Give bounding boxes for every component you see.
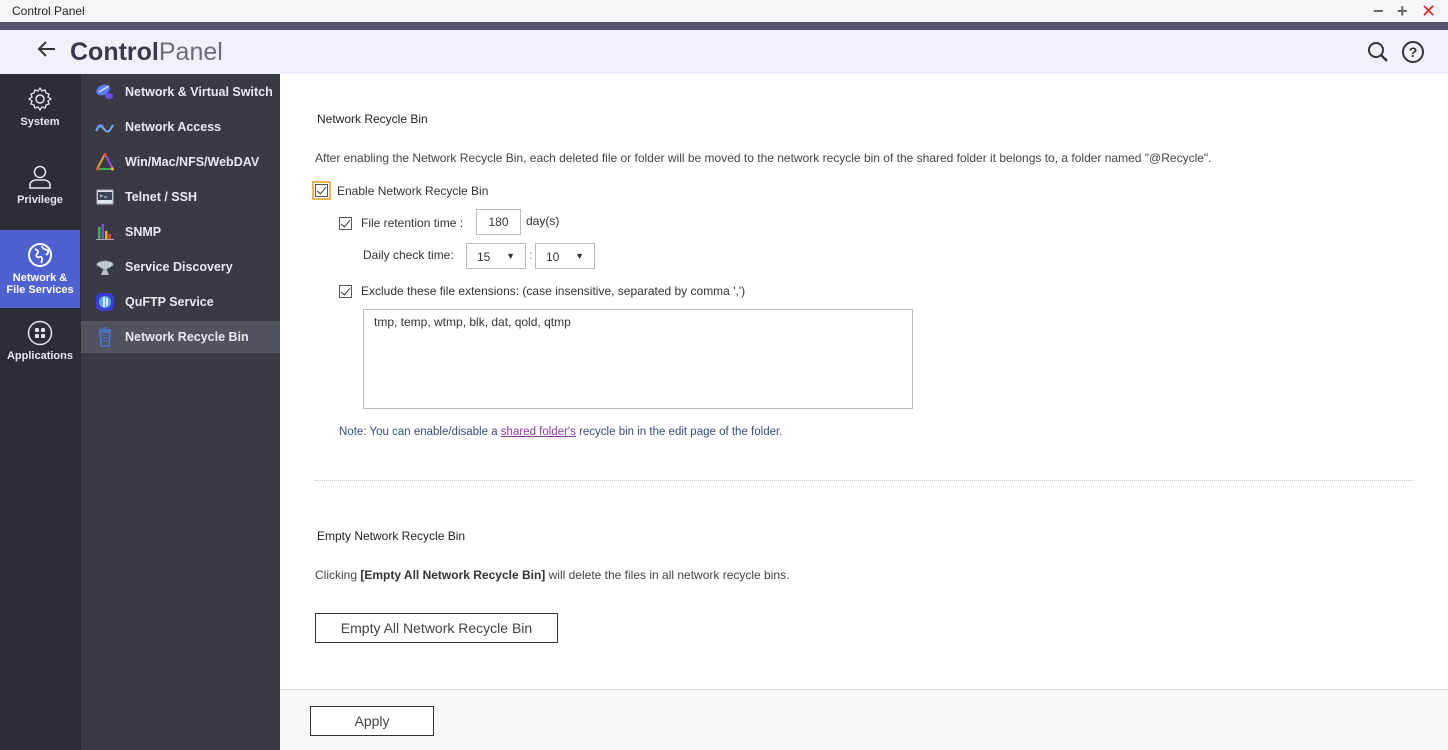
grid-icon — [27, 320, 53, 346]
subnav-item-network-virtual-switch[interactable]: Network & Virtual Switch — [81, 76, 281, 108]
help-icon: ? — [1402, 41, 1424, 63]
shared-folder-note: Note: You can enable/disable a shared fo… — [339, 426, 782, 438]
svg-text:?: ? — [1409, 44, 1418, 60]
subnav-item-label: Service Discovery — [125, 260, 233, 274]
subnav-item-snmp[interactable]: SNMP — [81, 216, 281, 248]
subnav-item-network-access[interactable]: Network Access — [81, 111, 281, 143]
window-title: Control Panel — [12, 4, 85, 18]
empty-bin-desc-bold: [Empty All Network Recycle Bin] — [360, 568, 546, 582]
subnav-item-label: Network & Virtual Switch — [125, 85, 273, 99]
check-hour-value: 15 — [477, 250, 491, 264]
recycle-bin-section-title: Network Recycle Bin — [317, 112, 428, 126]
exclude-extensions-textarea[interactable]: tmp, temp, wtmp, blk, dat, qold, qtmp — [363, 309, 913, 409]
satellite-dish-icon — [96, 260, 114, 275]
titlebar-stripe — [0, 22, 1448, 30]
gear-icon — [27, 86, 53, 112]
exclude-extensions-checkbox[interactable] — [339, 285, 352, 298]
app-title-light: Panel — [158, 38, 223, 66]
note-text-after: recycle bin in the edit page of the fold… — [575, 426, 783, 438]
chevron-down-icon: ▼ — [506, 251, 515, 261]
daily-check-time-label: Daily check time: — [363, 248, 454, 262]
window-titlebar: Control Panel − + ✕ — [0, 0, 1448, 22]
subnav-item-win-mac-nfs-webdav[interactable]: Win/Mac/NFS/WebDAV — [81, 146, 281, 178]
note-prefix: Note: — [339, 426, 367, 438]
empty-bin-description: Clicking [Empty All Network Recycle Bin]… — [315, 568, 789, 582]
subnav: Network & Virtual Switch Network Access … — [80, 74, 281, 750]
time-separator: : — [529, 248, 533, 262]
rail-item-label: System — [20, 116, 60, 128]
footer-bar: Apply — [280, 689, 1448, 750]
user-icon — [29, 165, 51, 189]
help-button[interactable]: ? — [1401, 40, 1425, 64]
rail-item-label: Privilege — [17, 194, 63, 206]
subnav-item-label: Network Recycle Bin — [125, 330, 249, 344]
subnav-item-network-recycle-bin[interactable]: Network Recycle Bin — [81, 321, 281, 353]
note-text-before: You can enable/disable a — [366, 426, 501, 438]
empty-bin-section-title: Empty Network Recycle Bin — [317, 529, 466, 543]
empty-bin-desc-after: will delete the files in all network rec… — [545, 568, 790, 582]
check-minute-value: 10 — [546, 250, 560, 264]
close-button[interactable]: ✕ — [1421, 1, 1436, 21]
category-rail: System Privilege Network & File Services… — [0, 74, 80, 750]
check-hour-select[interactable]: 15 ▼ — [466, 243, 526, 269]
minimize-button[interactable]: − — [1373, 1, 1384, 21]
back-button[interactable] — [36, 38, 60, 66]
rail-item-system[interactable]: System — [0, 86, 80, 146]
file-retention-input[interactable] — [476, 209, 521, 235]
enable-recycle-bin-checkbox[interactable] — [312, 181, 331, 200]
network-access-icon — [95, 124, 114, 133]
rail-item-privilege[interactable]: Privilege — [0, 164, 80, 224]
search-icon — [1368, 42, 1388, 62]
recycle-bin-icon — [99, 327, 111, 347]
subnav-item-label: QuFTP Service — [125, 295, 214, 309]
app-header: ControlPanel ? — [0, 30, 1448, 74]
globe-icon — [28, 243, 52, 267]
quftp-icon — [96, 293, 114, 311]
subnav-item-service-discovery[interactable]: Service Discovery — [81, 251, 281, 283]
shared-folder-link[interactable]: shared folder's — [501, 426, 576, 438]
subnav-item-label: Win/Mac/NFS/WebDAV — [125, 155, 260, 169]
file-retention-unit: day(s) — [526, 214, 560, 228]
apply-button[interactable]: Apply — [310, 706, 434, 736]
exclude-extensions-label: Exclude these file extensions: (case ins… — [361, 284, 746, 298]
empty-bin-desc-before: Clicking — [315, 568, 361, 582]
check-minute-select[interactable]: 10 ▼ — [535, 243, 595, 269]
arrow-left-icon — [37, 41, 55, 57]
search-button[interactable] — [1366, 40, 1390, 64]
enable-recycle-bin-label: Enable Network Recycle Bin — [337, 184, 489, 198]
file-retention-checkbox[interactable] — [339, 217, 352, 230]
app-title-bold: Control — [70, 38, 159, 66]
triangle-protocol-icon — [95, 152, 115, 171]
rail-item-label: Network & File Services — [6, 272, 74, 296]
main-content: Network Recycle Bin After enabling the N… — [280, 74, 1448, 689]
section-divider — [315, 480, 1413, 481]
rail-item-label: Applications — [6, 350, 73, 362]
subnav-item-telnet-ssh[interactable]: Telnet / SSH — [81, 181, 281, 213]
bar-chart-icon — [96, 224, 114, 240]
rail-item-applications[interactable]: Applications — [0, 320, 80, 380]
empty-all-recycle-bin-button[interactable]: Empty All Network Recycle Bin — [315, 613, 558, 643]
terminal-icon — [96, 189, 114, 205]
app-title: ControlPanel — [70, 38, 223, 67]
rail-item-network-file-services[interactable]: Network & File Services — [0, 230, 80, 308]
maximize-button[interactable]: + — [1397, 1, 1408, 21]
file-retention-label: File retention time : — [361, 216, 464, 230]
subnav-item-label: Telnet / SSH — [125, 190, 198, 204]
subnav-item-quftp-service[interactable]: QuFTP Service — [81, 286, 281, 318]
recycle-bin-description: After enabling the Network Recycle Bin, … — [315, 151, 1212, 165]
subnav-item-label: SNMP — [125, 225, 162, 239]
subnav-item-label: Network Access — [125, 120, 222, 134]
network-switch-icon — [96, 84, 113, 99]
chevron-down-icon: ▼ — [575, 251, 584, 261]
